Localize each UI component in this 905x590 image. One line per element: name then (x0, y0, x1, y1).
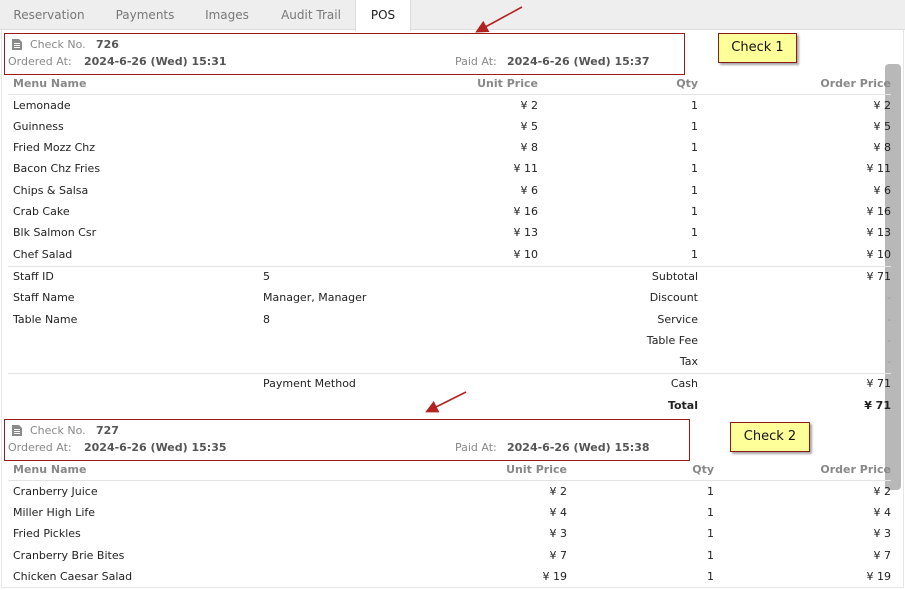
annotation-arrows (425, 6, 523, 413)
arrow-to-check-2 (425, 391, 467, 413)
arrow-to-check-1 (475, 6, 523, 33)
